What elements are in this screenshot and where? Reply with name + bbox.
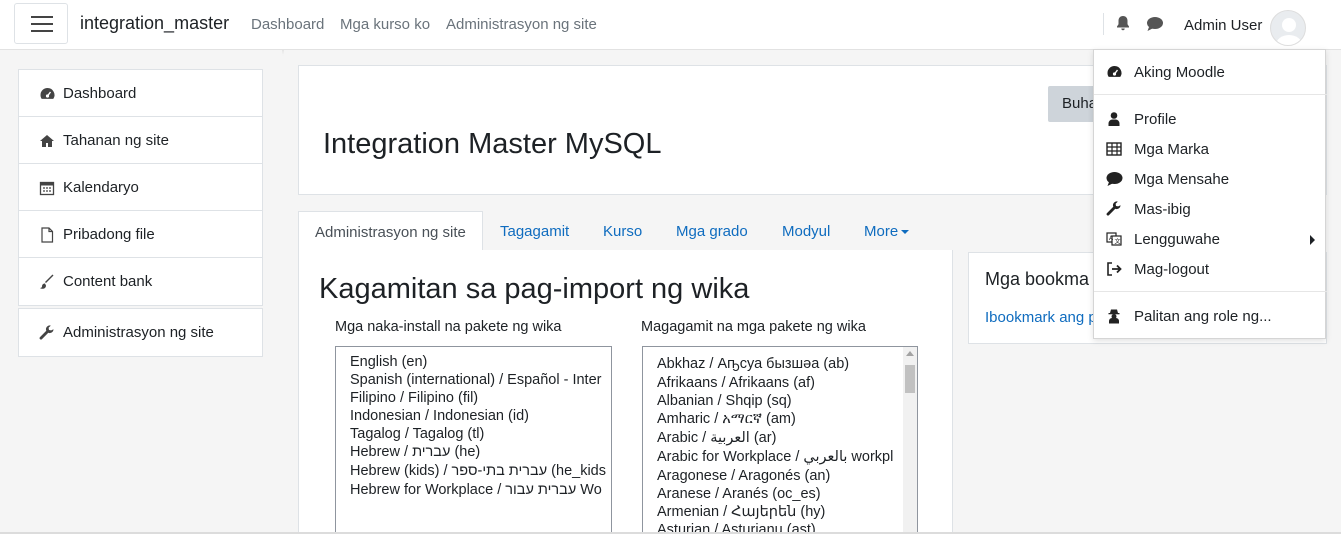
file-icon xyxy=(39,227,55,243)
menu-item-label: Profile xyxy=(1134,111,1177,128)
list-item[interactable]: English ‎(en)‎ xyxy=(350,354,427,370)
hamburger-menu-button[interactable] xyxy=(14,3,68,44)
list-item[interactable]: Afrikaans / Afrikaans (af) xyxy=(657,375,815,391)
nav-drawer-main-group: Dashboard Tahanan ng site Kalendaryo Pri… xyxy=(18,69,263,306)
menu-item-profile[interactable]: Profile xyxy=(1094,105,1327,133)
sidebar-item-label: Kalendaryo xyxy=(63,179,139,196)
svg-text:文: 文 xyxy=(1115,238,1121,246)
menu-item-label: Mag-logout xyxy=(1134,261,1210,278)
menu-item-grades[interactable]: Mga Marka xyxy=(1094,135,1327,163)
menu-item-label: Mga Marka xyxy=(1134,141,1210,158)
scrollbar-thumb[interactable] xyxy=(905,365,915,393)
menu-item-label: Palitan ang role ng... xyxy=(1134,308,1272,325)
sidebar-item-private-files[interactable]: Pribadong file xyxy=(19,211,262,258)
scroll-up-arrow-icon[interactable] xyxy=(906,351,914,356)
avatar[interactable] xyxy=(1270,10,1306,46)
available-packs-label: Magagamit na mga pakete ng wika xyxy=(641,319,866,335)
nav-drawer-admin-group: Administrasyon ng site xyxy=(18,308,263,357)
table-icon xyxy=(1106,141,1122,157)
bookmark-page-link[interactable]: Ibookmark ang p xyxy=(985,309,1097,326)
top-navbar: integration_master Dashboard Mga kurso k… xyxy=(0,0,1341,50)
paintbrush-icon xyxy=(39,274,55,290)
tab-grades[interactable]: Mga grado xyxy=(676,211,748,251)
dashboard-icon xyxy=(1106,64,1122,80)
tab-more-label: More xyxy=(864,223,899,240)
wrench-icon xyxy=(1106,201,1122,217)
sidebar-item-label: Tahanan ng site xyxy=(63,132,169,149)
menu-item-switch-role[interactable]: Palitan ang role ng... xyxy=(1094,302,1327,330)
page-title: Integration Master MySQL xyxy=(323,128,662,160)
user-icon xyxy=(1106,111,1122,127)
nav-divider xyxy=(1103,13,1104,35)
menu-divider xyxy=(1094,291,1327,292)
sidebar-item-site-admin[interactable]: Administrasyon ng site xyxy=(19,309,262,356)
nav-drawer: Dashboard Tahanan ng site Kalendaryo Pri… xyxy=(0,50,282,534)
dashboard-icon xyxy=(39,86,55,102)
list-item[interactable]: Hebrew / ‏עברית‏ ‎(he)‎ xyxy=(350,444,480,460)
nav-link-dashboard[interactable]: Dashboard xyxy=(251,16,324,33)
menu-item-logout[interactable]: Mag-logout xyxy=(1094,255,1327,283)
language-icon: A文 xyxy=(1106,231,1122,247)
chevron-right-icon xyxy=(1310,235,1315,245)
list-item[interactable]: Tagalog / Tagalog ‎(tl)‎ xyxy=(350,426,484,442)
list-scrollbar[interactable] xyxy=(903,347,917,534)
sidebar-item-calendar[interactable]: Kalendaryo xyxy=(19,164,262,211)
available-packs-list[interactable]: Abkhaz / Аҧсуа бызшәа (ab) Afrikaans / A… xyxy=(642,346,918,534)
list-item[interactable]: Aranese / Aranés (oc_es) xyxy=(657,486,821,502)
list-item[interactable]: Abkhaz / Аҧсуа бызшәа (ab) xyxy=(657,356,849,372)
admin-tabs: Administrasyon ng site Tagagamit Kurso M… xyxy=(298,211,953,251)
sidebar-item-label: Content bank xyxy=(63,273,153,290)
sidebar-item-site-home[interactable]: Tahanan ng site xyxy=(19,117,262,164)
home-icon xyxy=(39,133,55,149)
menu-item-label: Lengguwahe xyxy=(1134,231,1220,248)
tab-courses[interactable]: Kurso xyxy=(603,211,642,251)
chat-icon xyxy=(1106,171,1123,187)
wrench-icon xyxy=(39,325,55,341)
installed-packs-label: Mga naka-install na pakete ng wika xyxy=(335,319,562,335)
user-secret-icon xyxy=(1106,308,1122,324)
list-item[interactable]: Armenian / Հայերեն (hy) xyxy=(657,504,825,520)
list-item[interactable]: Amharic / አማርኛ (am) xyxy=(657,411,796,427)
calendar-icon xyxy=(39,180,55,196)
content-region: Kagamitan sa pag-import ng wika Mga naka… xyxy=(298,250,953,534)
menu-divider xyxy=(1094,94,1327,95)
list-item[interactable]: Albanian / Shqip (sq) xyxy=(657,393,792,409)
menu-item-language[interactable]: A文 Lengguwahe xyxy=(1094,225,1327,253)
user-name[interactable]: Admin User xyxy=(1184,17,1262,34)
list-item[interactable]: Arabic for Workplace / بالعربي workpl xyxy=(657,449,893,465)
user-menu-dropdown: Aking Moodle Profile Mga Marka Mga Mensa… xyxy=(1093,49,1327,339)
menu-item-label: Mga Mensahe xyxy=(1134,171,1230,188)
installed-packs-list[interactable]: English ‎(en)‎ Spanish (international) /… xyxy=(335,346,612,534)
list-item[interactable]: Indonesian / Indonesian ‎(id)‎ xyxy=(350,408,529,424)
tab-plugins[interactable]: Modyul xyxy=(782,211,830,251)
sidebar-item-label: Administrasyon ng site xyxy=(63,324,214,341)
nav-link-site-admin[interactable]: Administrasyon ng site xyxy=(446,16,597,33)
logout-icon xyxy=(1106,261,1122,277)
bookmarks-title: Mga bookma xyxy=(985,269,1090,289)
sidebar-item-dashboard[interactable]: Dashboard xyxy=(19,70,262,117)
list-item[interactable]: Aragonese / Aragonés (an) xyxy=(657,468,830,484)
menu-item-my-moodle[interactable]: Aking Moodle xyxy=(1094,58,1327,86)
list-item[interactable]: Spanish (international) / Español - Inte… xyxy=(350,372,601,388)
tab-users[interactable]: Tagagamit xyxy=(500,211,569,251)
menu-item-label: Mas-ibig xyxy=(1134,201,1191,218)
chat-icon[interactable] xyxy=(1146,16,1164,36)
nav-link-my-courses[interactable]: Mga kurso ko xyxy=(340,16,430,33)
site-name[interactable]: integration_master xyxy=(80,13,229,34)
list-item[interactable]: Arabic / العربية (ar) xyxy=(657,430,776,446)
list-item[interactable]: Filipino / Filipino ‎(fil)‎ xyxy=(350,390,478,406)
sidebar-item-label: Pribadong file xyxy=(63,226,155,243)
tab-more[interactable]: More xyxy=(864,211,910,251)
sidebar-item-content-bank[interactable]: Content bank xyxy=(19,258,262,305)
list-item[interactable]: Hebrew (kids) / ‏עברית בתי-ספר‏ ‎(he_kid… xyxy=(350,463,606,479)
sidebar-item-label: Dashboard xyxy=(63,85,137,102)
menu-item-messages[interactable]: Mga Mensahe xyxy=(1094,165,1327,193)
bell-icon[interactable] xyxy=(1115,15,1131,36)
tab-site-admin[interactable]: Administrasyon ng site xyxy=(298,211,483,251)
menu-item-label: Aking Moodle xyxy=(1134,64,1225,81)
content-title: Kagamitan sa pag-import ng wika xyxy=(319,273,750,305)
list-item[interactable]: Hebrew for Workplace / ‏עברית עבור‏ Wo xyxy=(350,482,602,498)
chevron-down-icon xyxy=(901,230,910,235)
menu-item-preferences[interactable]: Mas-ibig xyxy=(1094,195,1327,223)
